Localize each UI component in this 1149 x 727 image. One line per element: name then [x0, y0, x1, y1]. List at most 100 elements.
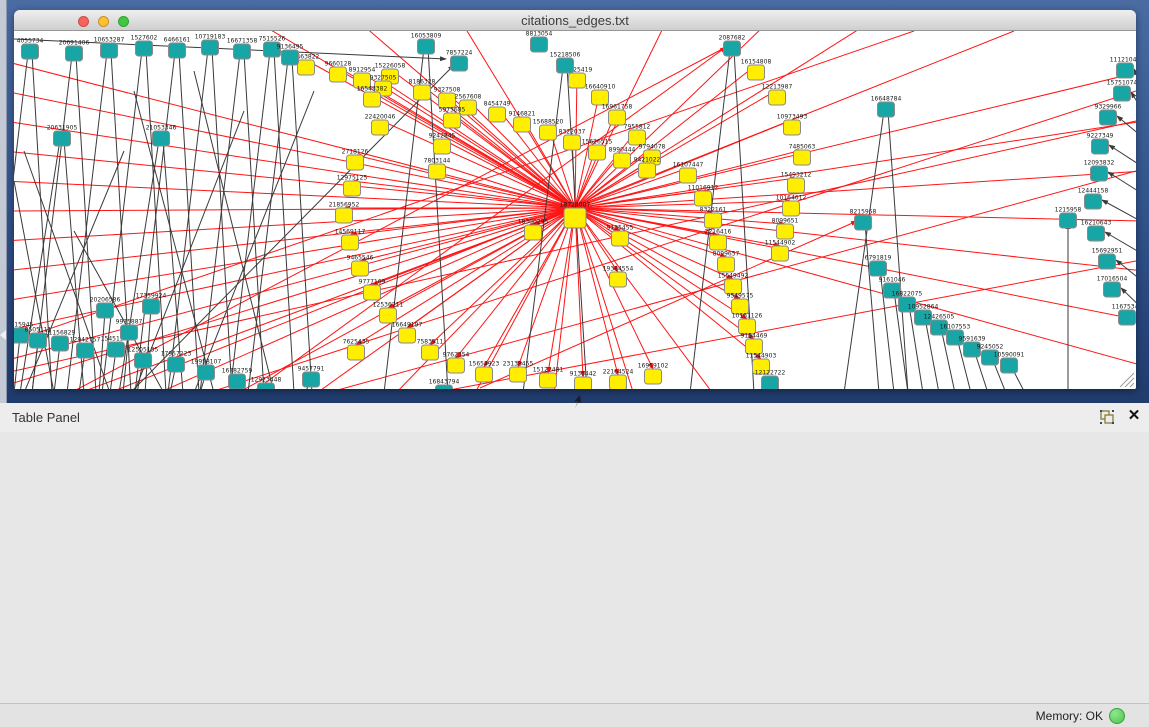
graph-node[interactable]	[136, 41, 153, 56]
graph-node[interactable]	[777, 224, 794, 239]
graph-node[interactable]	[399, 328, 416, 343]
black-edge[interactable]	[14, 181, 54, 389]
graph-node[interactable]	[1060, 213, 1077, 228]
red-edge[interactable]	[575, 31, 764, 208]
graph-node[interactable]	[52, 336, 69, 351]
graph-node[interactable]	[724, 41, 741, 56]
graph-node[interactable]	[794, 150, 811, 165]
network-canvas[interactable]: 1872400774638229660128891295415226058932…	[14, 31, 1136, 389]
graph-node[interactable]	[448, 358, 465, 373]
black-edge[interactable]	[230, 51, 270, 389]
graph-node[interactable]	[855, 215, 872, 230]
graph-node[interactable]	[97, 303, 114, 318]
graph-node[interactable]	[303, 372, 320, 387]
graph-node[interactable]	[348, 345, 365, 360]
graph-node[interactable]	[783, 201, 800, 216]
red-edge[interactable]	[14, 181, 575, 208]
graph-node[interactable]	[418, 39, 435, 54]
graph-node[interactable]	[347, 155, 364, 170]
graph-node[interactable]	[680, 168, 697, 183]
graph-node[interactable]	[344, 181, 361, 196]
graph-node[interactable]	[77, 343, 94, 358]
black-edge[interactable]	[244, 53, 264, 389]
black-edge[interactable]	[1131, 92, 1136, 116]
graph-node[interactable]	[336, 208, 353, 223]
memory-status-dot[interactable]	[1109, 708, 1125, 724]
black-edge[interactable]	[865, 223, 879, 389]
window-titlebar[interactable]: citations_edges.txt	[14, 10, 1136, 31]
graph-node[interactable]	[258, 383, 275, 389]
black-edge[interactable]	[212, 49, 232, 389]
graph-node[interactable]	[710, 235, 727, 250]
graph-node[interactable]	[234, 44, 251, 59]
black-edge[interactable]	[200, 53, 240, 389]
graph-node[interactable]	[372, 120, 389, 135]
graph-node[interactable]	[229, 374, 246, 389]
graph-node[interactable]	[748, 65, 765, 80]
graph-node[interactable]	[429, 164, 446, 179]
graph-node[interactable]	[434, 139, 451, 154]
graph-node[interactable]	[569, 73, 586, 88]
graph-node[interactable]	[153, 131, 170, 146]
graph-node[interactable]	[1001, 358, 1018, 373]
graph-node[interactable]	[614, 153, 631, 168]
graph-node[interactable]	[540, 125, 557, 140]
graph-node[interactable]	[564, 208, 586, 228]
graph-node[interactable]	[784, 120, 801, 135]
red-edge[interactable]	[554, 208, 575, 389]
graph-node[interactable]	[639, 163, 656, 178]
panel-divider[interactable]	[0, 0, 7, 403]
graph-node[interactable]	[772, 246, 789, 261]
graph-node[interactable]	[282, 50, 299, 65]
graph-node[interactable]	[1119, 310, 1136, 325]
black-edge[interactable]	[179, 52, 199, 389]
graph-node[interactable]	[451, 56, 468, 71]
red-edge[interactable]	[575, 201, 791, 208]
graph-node[interactable]	[1088, 226, 1105, 241]
graph-node[interactable]	[168, 357, 185, 372]
network-view[interactable]: 1872400774638229660128891295415226058932…	[14, 31, 1136, 389]
red-edge[interactable]	[575, 208, 1136, 366]
graph-node[interactable]	[788, 178, 805, 193]
graph-node[interactable]	[575, 377, 592, 389]
graph-node[interactable]	[564, 135, 581, 150]
graph-node[interactable]	[1099, 254, 1116, 269]
graph-node[interactable]	[878, 102, 895, 117]
graph-node[interactable]	[108, 342, 125, 357]
graph-node[interactable]	[298, 60, 315, 75]
graph-node[interactable]	[101, 43, 118, 58]
graph-node[interactable]	[436, 385, 453, 389]
graph-node[interactable]	[1092, 139, 1109, 154]
graph-node[interactable]	[476, 367, 493, 382]
graph-node[interactable]	[414, 85, 431, 100]
graph-node[interactable]	[143, 299, 160, 314]
graph-node[interactable]	[330, 67, 347, 82]
graph-node[interactable]	[610, 375, 627, 389]
graph-node[interactable]	[22, 44, 39, 59]
graph-node[interactable]	[54, 131, 71, 146]
graph-node[interactable]	[645, 369, 662, 384]
graph-node[interactable]	[514, 117, 531, 132]
graph-node[interactable]	[169, 43, 186, 58]
black-edge[interactable]	[274, 51, 294, 389]
graph-node[interactable]	[525, 225, 542, 240]
graph-node[interactable]	[695, 191, 712, 206]
black-edge[interactable]	[844, 111, 884, 389]
graph-node[interactable]	[66, 46, 83, 61]
graph-node[interactable]	[705, 213, 722, 228]
graph-node[interactable]	[364, 285, 381, 300]
graph-node[interactable]	[718, 257, 735, 272]
graph-node[interactable]	[1104, 282, 1121, 297]
red-edge[interactable]	[575, 171, 1136, 208]
close-panel-icon[interactable]: ✕	[1126, 408, 1142, 424]
black-edge[interactable]	[1117, 116, 1136, 140]
graph-node[interactable]	[610, 272, 627, 287]
graph-node[interactable]	[510, 367, 527, 382]
graph-node[interactable]	[1100, 110, 1117, 125]
graph-node[interactable]	[1091, 166, 1108, 181]
graph-node[interactable]	[202, 40, 219, 55]
graph-node[interactable]	[557, 58, 574, 73]
graph-node[interactable]	[769, 90, 786, 105]
graph-node[interactable]	[1117, 63, 1134, 78]
graph-node[interactable]	[589, 145, 606, 160]
